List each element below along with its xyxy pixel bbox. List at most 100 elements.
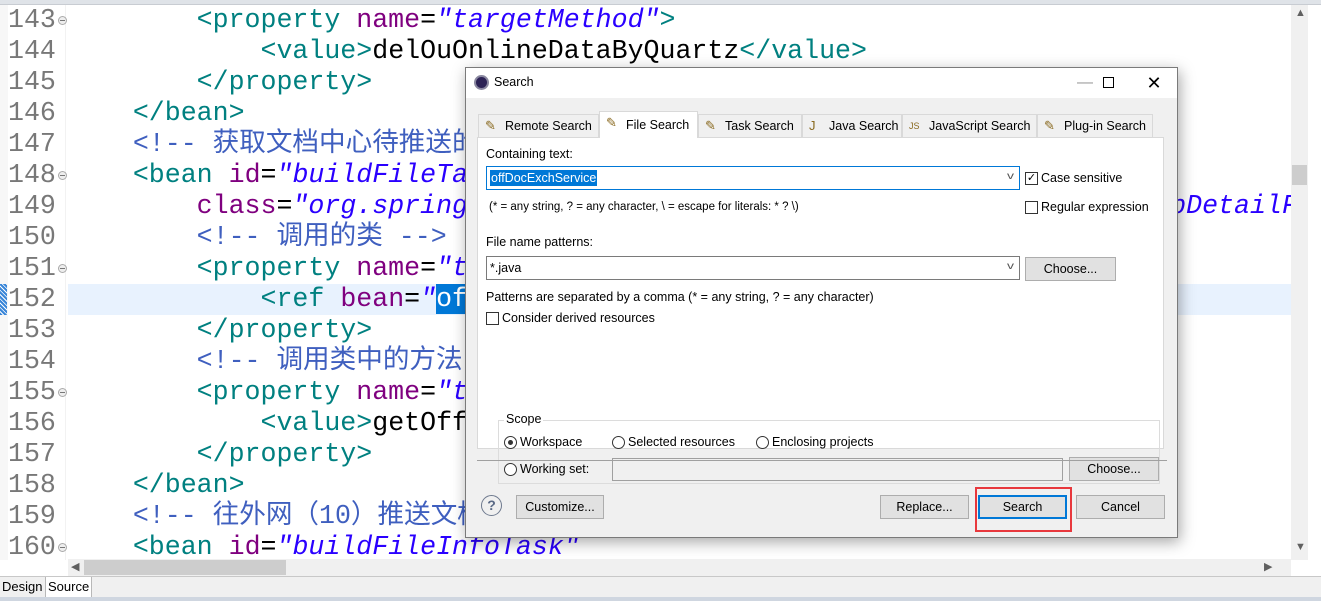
working-set-field xyxy=(612,458,1063,481)
tab-label: Remote Search xyxy=(505,119,592,133)
maximize-icon xyxy=(1102,77,1114,89)
scroll-up-icon[interactable]: ▲ xyxy=(1295,7,1306,19)
javascript-search-icon: JS xyxy=(909,121,920,131)
working-set-label: Working set: xyxy=(520,462,590,476)
tab-java-search[interactable]: J Java Search xyxy=(802,114,902,137)
code-line[interactable]: <ref bean="of xyxy=(69,284,469,315)
tab-source[interactable]: Source xyxy=(45,577,93,598)
code-line[interactable]: <property name="targetMethod"> xyxy=(69,5,676,36)
token-att: class xyxy=(196,191,277,221)
tab-javascript-search[interactable]: JS JavaScript Search xyxy=(902,114,1037,137)
horizontal-scrollbar[interactable]: ◀ ▶ xyxy=(68,559,1291,576)
tab-label: Plug-in Search xyxy=(1064,119,1146,133)
enclosing-projects-label: Enclosing projects xyxy=(772,435,874,449)
consider-derived-label: Consider derived resources xyxy=(502,311,655,325)
fold-collapse-icon[interactable] xyxy=(58,16,67,25)
close-icon[interactable]: ✕ xyxy=(1131,68,1177,98)
remote-search-icon: ✎ xyxy=(485,118,496,133)
code-line[interactable]: <!-- 获取文档中心待推送的附 xyxy=(69,129,505,160)
separator xyxy=(477,460,1167,461)
fold-collapse-icon[interactable] xyxy=(58,264,67,273)
file-name-patterns-input[interactable]: *.java v xyxy=(486,256,1020,280)
token-txt: getOff xyxy=(372,408,468,438)
scroll-left-icon[interactable]: ◀ xyxy=(71,560,79,573)
token-att: id xyxy=(228,160,261,190)
chevron-down-icon[interactable]: v xyxy=(1007,261,1014,272)
token-tag: </property> xyxy=(196,439,373,469)
workspace-radio[interactable] xyxy=(504,436,517,449)
line-number-gutter: 143 144 145 146 147 148 149 150 151 152 153 154 155 1… xyxy=(8,5,67,562)
token-tag: <property xyxy=(196,5,357,35)
line-number: 156 xyxy=(8,408,56,438)
code-line[interactable]: <property name="t xyxy=(69,253,468,284)
eclipse-icon xyxy=(474,75,489,90)
token-com: <!-- 获取文档中心待推送的附 xyxy=(132,129,506,159)
line-number: 149 xyxy=(8,191,56,221)
token-txt: delOuOnlineDataByQuartz xyxy=(372,36,740,66)
code-line[interactable]: </bean> xyxy=(69,98,245,129)
fold-collapse-icon[interactable] xyxy=(58,171,67,180)
consider-derived-checkbox[interactable] xyxy=(486,312,499,325)
code-line[interactable]: <bean id="buildFileTa xyxy=(69,160,468,191)
selected-resources-label: Selected resources xyxy=(628,435,736,449)
enclosing-projects-radio[interactable] xyxy=(756,436,769,449)
token-tag: <property xyxy=(196,377,357,407)
line-number: 155 xyxy=(8,377,56,407)
tab-remote-search[interactable]: ✎ Remote Search xyxy=(478,114,599,137)
horizontal-scroll-thumb[interactable] xyxy=(84,560,286,575)
line-number: 146 xyxy=(8,98,56,128)
code-line[interactable]: <!-- 往外网（10）推送文档 xyxy=(69,501,484,532)
token-tag: <bean xyxy=(132,160,229,190)
token-val: "targetMethod" xyxy=(436,5,660,35)
token-txt: = xyxy=(260,532,277,562)
token-txt: = xyxy=(276,191,293,221)
scroll-down-icon[interactable]: ▼ xyxy=(1295,541,1306,553)
code-line[interactable]: </property> xyxy=(69,315,373,346)
maximize-button[interactable] xyxy=(1085,68,1131,98)
dialog-titlebar[interactable]: Search — ✕ xyxy=(466,68,1177,98)
help-icon[interactable]: ? xyxy=(481,495,502,516)
vertical-scroll-thumb[interactable] xyxy=(1292,165,1307,185)
cancel-button[interactable]: Cancel xyxy=(1076,495,1165,519)
token-com: <!-- 往外网（10）推送文档 xyxy=(132,501,484,531)
token-val: "t xyxy=(436,377,468,407)
code-line[interactable]: <property name="t xyxy=(69,377,468,408)
tab-label: File Search xyxy=(626,118,690,132)
token-txt: = xyxy=(420,5,437,35)
token-tag: <ref xyxy=(260,284,341,314)
chevron-down-icon[interactable]: v xyxy=(1007,171,1014,182)
selected-resources-radio[interactable] xyxy=(612,436,625,449)
line-number: 160 xyxy=(8,532,56,562)
code-line[interactable]: </bean> xyxy=(69,470,245,501)
token-txt: = xyxy=(404,284,421,314)
code-line[interactable]: <!-- 调用类中的方法 - xyxy=(69,346,495,377)
choose-patterns-button[interactable]: Choose... xyxy=(1025,257,1116,281)
tab-task-search[interactable]: ✎ Task Search xyxy=(698,114,802,137)
fold-collapse-icon[interactable] xyxy=(58,543,67,552)
customize-button[interactable]: Customize... xyxy=(516,495,604,519)
code-line[interactable]: <!-- 调用的类 --> xyxy=(69,222,447,253)
case-sensitive-checkbox[interactable]: ✓ xyxy=(1025,172,1038,185)
line-number: 144 xyxy=(8,36,56,66)
token-tag: </property> xyxy=(196,315,373,345)
scope-label: Scope xyxy=(504,412,544,426)
code-line[interactable]: </property> xyxy=(69,439,373,470)
scroll-right-icon[interactable]: ▶ xyxy=(1264,560,1272,573)
case-sensitive-label: Case sensitive xyxy=(1041,171,1123,185)
working-set-radio[interactable] xyxy=(504,463,517,476)
vertical-scrollbar[interactable]: ▲ ▼ xyxy=(1291,5,1308,560)
tab-design[interactable]: Design xyxy=(0,577,44,598)
code-line[interactable]: <value>delOuOnlineDataByQuartz</value> xyxy=(69,36,867,67)
regular-expression-checkbox[interactable] xyxy=(1025,201,1038,214)
regular-expression-label: Regular expression xyxy=(1041,200,1149,214)
code-line[interactable]: <value>getOff xyxy=(69,408,468,439)
line-number: 147 xyxy=(8,129,56,159)
tab-file-search[interactable]: ✎ File Search xyxy=(599,111,698,138)
code-line[interactable]: </property> xyxy=(69,67,373,98)
containing-text-input[interactable]: offDocExchService v xyxy=(486,166,1020,190)
tab-plug-in-search[interactable]: ✎ Plug-in Search xyxy=(1037,114,1153,137)
fold-collapse-icon[interactable] xyxy=(58,388,67,397)
replace-button[interactable]: Replace... xyxy=(880,495,969,519)
